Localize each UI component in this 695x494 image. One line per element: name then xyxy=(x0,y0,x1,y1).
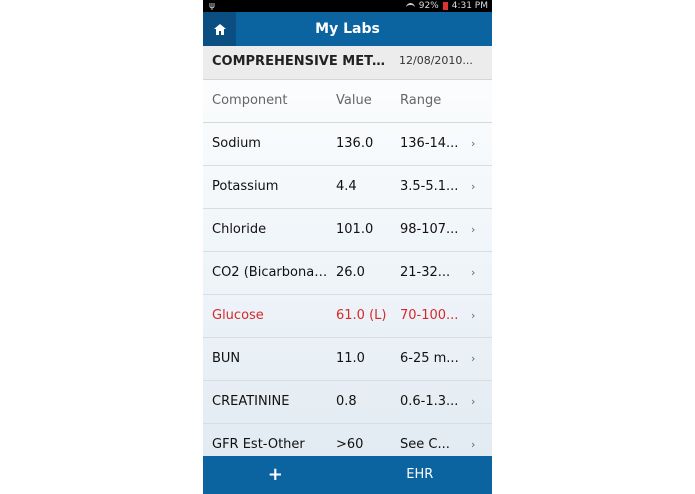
lab-range: 98-107... xyxy=(400,222,459,237)
lab-row-co2[interactable]: CO2 (Bicarbonate) 26.0 21-32... › xyxy=(203,252,492,295)
chevron-right-icon: › xyxy=(471,137,476,150)
lab-row-glucose[interactable]: Glucose 61.0 (L) 70-100... › xyxy=(203,295,492,338)
app-screen: ψ 92% 4:31 PM My Labs COMPREHENSIVE META… xyxy=(203,0,492,494)
battery-icon xyxy=(442,2,448,10)
lab-range: 70-100... xyxy=(400,308,459,323)
lab-range: 6-25 m... xyxy=(400,351,459,366)
column-header-value: Value xyxy=(336,93,372,108)
chevron-right-icon: › xyxy=(471,395,476,408)
panel-title: COMPREHENSIVE METABOLIC PANEL xyxy=(212,54,392,69)
lab-range: 3.5-5.1... xyxy=(400,179,459,194)
chevron-right-icon: › xyxy=(471,180,476,193)
lab-results-list: Sodium 136.0 136-14... › Potassium 4.4 3… xyxy=(203,123,492,467)
lab-value: 26.0 xyxy=(336,265,365,280)
lab-value: 4.4 xyxy=(336,179,357,194)
ehr-button[interactable]: EHR xyxy=(348,456,493,494)
panel-header: COMPREHENSIVE METABOLIC PANEL 12/08/2010… xyxy=(203,46,492,80)
column-header-range: Range xyxy=(400,93,442,108)
lab-component: Sodium xyxy=(212,136,261,151)
home-button[interactable] xyxy=(203,12,236,46)
page-title: My Labs xyxy=(315,21,380,37)
wifi-icon xyxy=(405,2,415,10)
lab-row-creatinine[interactable]: CREATININE 0.8 0.6-1.3... › xyxy=(203,381,492,424)
lab-row-potassium[interactable]: Potassium 4.4 3.5-5.1... › xyxy=(203,166,492,209)
lab-value: 101.0 xyxy=(336,222,374,237)
chevron-right-icon: › xyxy=(471,309,476,322)
lab-row-chloride[interactable]: Chloride 101.0 98-107... › xyxy=(203,209,492,252)
lab-component: CO2 (Bicarbonate) xyxy=(212,265,330,280)
chevron-right-icon: › xyxy=(471,266,476,279)
bottom-bar: + EHR xyxy=(203,456,492,494)
lab-component: CREATININE xyxy=(212,394,290,409)
chevron-right-icon: › xyxy=(471,223,476,236)
panel-date: 12/08/2010... xyxy=(399,54,473,67)
usb-icon: ψ xyxy=(209,1,215,11)
lab-component: Chloride xyxy=(212,222,267,237)
lab-value: 61.0 (L) xyxy=(336,308,387,323)
lab-range: 0.6-1.3... xyxy=(400,394,459,409)
lab-component: Glucose xyxy=(212,308,264,323)
status-time: 4:31 PM xyxy=(451,1,488,11)
column-header-row: Component Value Range xyxy=(203,80,492,123)
lab-value: 0.8 xyxy=(336,394,357,409)
lab-component: Potassium xyxy=(212,179,279,194)
lab-row-sodium[interactable]: Sodium 136.0 136-14... › xyxy=(203,123,492,166)
lab-range: 136-14... xyxy=(400,136,459,151)
lab-range: 21-32... xyxy=(400,265,451,280)
lab-row-bun[interactable]: BUN 11.0 6-25 m... › xyxy=(203,338,492,381)
lab-value: 136.0 xyxy=(336,136,374,151)
chevron-right-icon: › xyxy=(471,352,476,365)
status-bar: ψ 92% 4:31 PM xyxy=(203,0,492,12)
column-header-component: Component xyxy=(212,93,288,108)
home-icon xyxy=(213,23,226,35)
battery-percent: 92% xyxy=(418,1,439,11)
app-bar: My Labs xyxy=(203,12,492,46)
add-button[interactable]: + xyxy=(203,456,348,494)
lab-value: 11.0 xyxy=(336,351,365,366)
lab-component: BUN xyxy=(212,351,241,366)
